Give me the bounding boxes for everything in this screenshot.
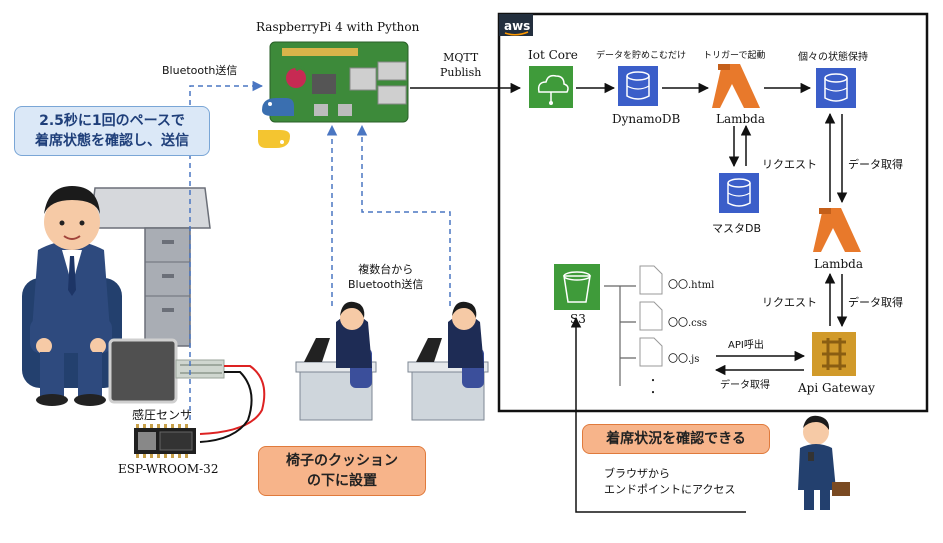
raspberry-pi-label: RaspberryPi 4 with Python: [256, 20, 420, 34]
file-css-label: 〇〇.css: [668, 318, 708, 329]
architecture-diagram: aws RaspberryPi 4 with Python Bluetooth送…: [0, 0, 943, 543]
esp-label: ESP-WROOM-32: [118, 462, 219, 476]
aws-badge: aws: [504, 19, 530, 33]
multi-bluetooth-label: 複数台から Bluetooth送信: [348, 262, 423, 292]
cushion-callout-line2: の下に設置: [307, 473, 377, 489]
interval-callout: 2.5秒に1回のペースで 着席状態を確認し、送信: [14, 106, 210, 156]
file-js-label: 〇〇.js: [668, 354, 700, 365]
dynamodb-label: DynamoDB: [612, 112, 681, 126]
iot-core-icon: [529, 66, 573, 108]
browser-line2: エンドポイントにアクセス: [604, 483, 736, 496]
state-db-icon: [816, 68, 856, 108]
data-get2-label: データ取得: [848, 296, 903, 309]
s3-label: S3: [570, 312, 586, 326]
file-html-label: 〇〇.html: [668, 280, 715, 291]
worker-laptop-1-icon: [295, 301, 377, 421]
s3-files-tree: [604, 285, 636, 386]
state-db-caption: 個々の状態保持: [798, 52, 868, 63]
master-db-label: マスタDB: [712, 222, 762, 235]
standing-man-phone-icon: [798, 415, 850, 510]
file-ellipsis-2: ・: [648, 388, 658, 399]
iot-core-label: Iot Core: [528, 48, 578, 62]
master-db-icon: [719, 173, 759, 213]
dynamodb-icon: [618, 66, 658, 106]
confirm-callout: 着席状況を確認できる: [582, 424, 770, 454]
multi-bluetooth-line2: Bluetooth送信: [348, 278, 424, 291]
lambda-top-label: Lambda: [716, 112, 766, 126]
python-logo-icon: [258, 98, 294, 148]
api-call-label: API呼出: [728, 340, 764, 351]
interval-callout-line2: 着席状態を確認し、送信: [35, 133, 189, 149]
mqtt-label: MQTT Publish: [440, 50, 481, 80]
multi-bluetooth-line1: 複数台から: [358, 263, 414, 276]
request2-label: リクエスト: [762, 296, 817, 309]
browser-line1: ブラウザから: [604, 467, 670, 480]
lambda-mid-label: Lambda: [814, 257, 864, 271]
worker-laptop-2-icon: [407, 301, 489, 421]
lambda-top-icon: [712, 64, 760, 108]
lambda-mid-icon: [813, 208, 861, 252]
mqtt-line1: MQTT: [443, 51, 479, 64]
lambda-top-caption: トリガーで起動: [703, 51, 766, 61]
esp-board-icon: [134, 424, 196, 458]
dynamodb-caption: データを貯めこむだけ: [596, 51, 687, 61]
interval-callout-line1: 2.5秒に1回のペースで: [39, 113, 185, 129]
sensor-label: 感圧センサ: [132, 408, 193, 422]
cushion-callout: 椅子のクッション の下に設置: [258, 446, 426, 496]
data-get3-label: データ取得: [720, 380, 770, 391]
file-icons: [639, 265, 663, 367]
bluetooth-send-label: Bluetooth送信: [162, 64, 238, 77]
cushion-callout-line1: 椅子のクッション: [286, 453, 398, 469]
aws-flow-arrows: [576, 82, 848, 376]
s3-icon: [554, 264, 600, 310]
data-get1-label: データ取得: [848, 158, 903, 171]
request1-label: リクエスト: [762, 158, 817, 171]
mqtt-line2: Publish: [440, 66, 482, 79]
api-gateway-icon: [812, 332, 856, 376]
browser-label: ブラウザから エンドポイントにアクセス: [604, 466, 735, 498]
api-gateway-label: Api Gateway: [798, 381, 875, 395]
